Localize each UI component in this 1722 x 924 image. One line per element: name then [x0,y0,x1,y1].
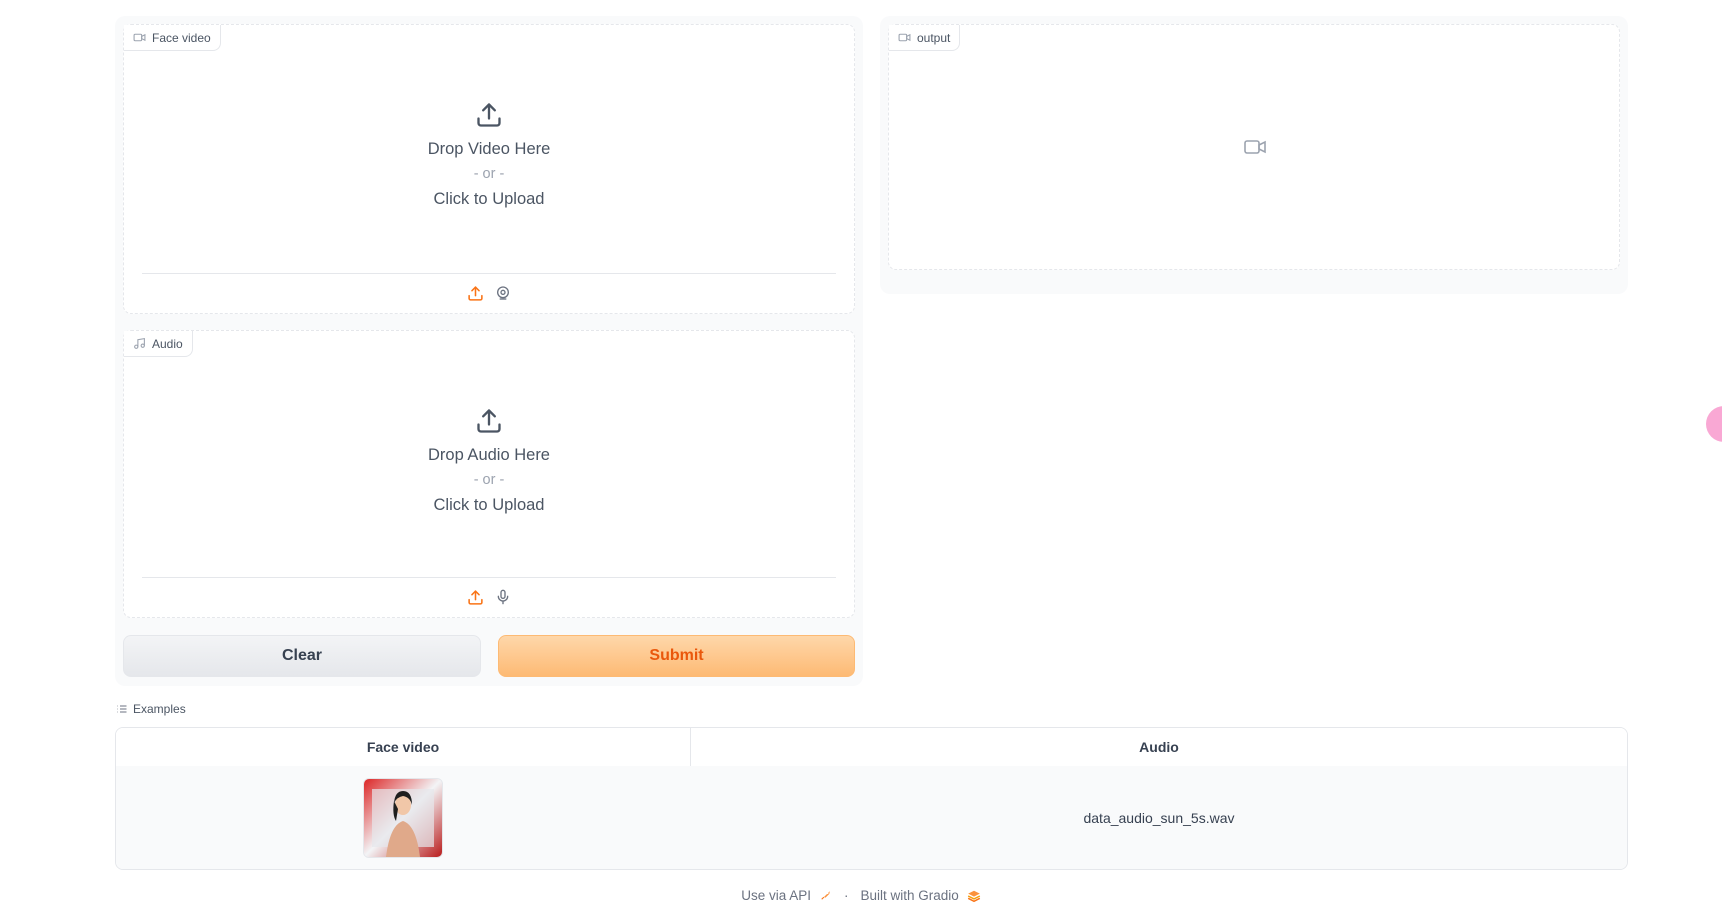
use-via-api-text: Use via API [741,888,811,903]
example-row[interactable]: data_audio_sun_5s.wav [116,766,1627,869]
output-video-block: output [888,24,1620,270]
upload-source-button[interactable] [466,588,484,606]
microphone-icon [497,589,509,605]
footer: Use via API · Built with Gradio [0,888,1722,903]
source-divider [142,273,836,274]
face-video-block: Face video Drop Video Here - or - Click … [123,24,855,314]
or-text: - or - [473,166,505,182]
source-divider [142,577,836,578]
built-with-gradio-text: Built with Gradio [860,888,959,903]
webcam-icon [497,286,509,300]
upload-icon [477,409,501,433]
header-face-video: Face video [366,739,440,755]
examples-title-text: Examples [133,702,186,716]
upload-icon [467,589,483,605]
webcam-source-button[interactable] [494,284,512,302]
click-to-upload-text: Click to Upload [433,496,545,514]
thumbnail-image [364,778,442,857]
click-to-upload-text: Click to Upload [433,190,545,208]
audio-source-selector [124,588,854,606]
face-video-label: Face video [124,25,221,51]
audio-label-text: Audio [152,336,183,351]
face-video-label-text: Face video [152,30,211,45]
example-video-thumbnail[interactable] [363,777,443,858]
submit-button[interactable]: Submit [498,635,855,677]
footer-separator: · [843,888,849,903]
video-source-selector [124,284,854,302]
microphone-source-button[interactable] [494,588,512,606]
examples-header-row: Face video Audio [116,728,1627,767]
video-placeholder-icon [1244,140,1266,154]
examples-table: Face video Audio data_audio_sun_5s.wav [115,727,1628,870]
or-text: - or - [473,472,505,488]
video-icon [898,33,911,42]
upload-source-button[interactable] [466,284,484,302]
drop-video-text: Drop Video Here [427,140,551,158]
music-icon [134,337,145,349]
header-audio: Audio [1139,739,1179,755]
video-icon [133,33,146,42]
face-video-dropzone[interactable]: Drop Video Here - or - Click to Upload [124,101,854,211]
audio-label: Audio [124,331,193,357]
rocket-icon [821,891,830,900]
output-label: output [889,25,961,51]
audio-block: Audio Drop Audio Here - or - Click to Up… [123,330,855,618]
upload-icon [467,285,483,301]
clear-button[interactable]: Clear [123,635,481,677]
floating-action-button[interactable] [1706,406,1722,442]
use-via-api-link[interactable]: Use via API [741,888,811,903]
example-face-video-cell [116,766,690,869]
output-label-text: output [917,30,951,45]
audio-dropzone[interactable]: Drop Audio Here - or - Click to Upload [124,407,854,517]
drop-audio-text: Drop Audio Here [428,446,550,464]
gradio-logo-icon [967,890,980,902]
list-icon [117,705,127,713]
built-with-gradio-link[interactable]: Built with Gradio [860,888,958,903]
upload-icon [477,103,501,127]
examples-title: Examples [116,702,186,716]
example-audio-cell: data_audio_sun_5s.wav [1083,809,1235,826]
